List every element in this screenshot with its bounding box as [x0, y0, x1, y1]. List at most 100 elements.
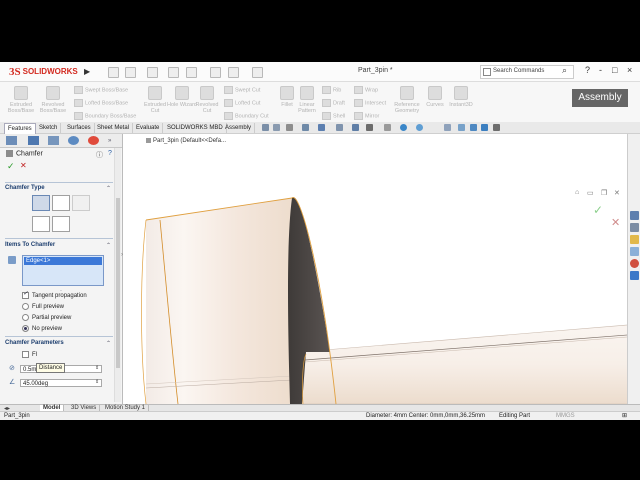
new-icon[interactable]	[108, 67, 119, 78]
extruded-cut-button[interactable]: Extruded Cut	[140, 86, 170, 114]
shell-button[interactable]: Shell	[322, 112, 345, 120]
selected-edges-list[interactable]: Edge<1>	[22, 255, 104, 286]
zoom-fit-icon[interactable]	[262, 124, 269, 131]
tab-solidworks-mbd[interactable]: SOLIDWORKS MBD	[164, 123, 227, 133]
spin-arrows-icon[interactable]: ⇕	[95, 379, 99, 385]
open-icon[interactable]	[125, 67, 136, 78]
display-style-icon[interactable]	[352, 124, 359, 131]
mirror-button[interactable]: Mirror	[354, 112, 379, 120]
options-gear-icon[interactable]	[252, 67, 263, 78]
solidworks-logo[interactable]: 3S SOLIDWORKS	[9, 65, 78, 78]
pm-scrollbar[interactable]	[114, 148, 121, 402]
search-icon[interactable]: ⌕	[562, 65, 567, 76]
chamfer-parameters-header[interactable]: Chamfer Parameters	[5, 340, 64, 346]
close-icon[interactable]: ×	[627, 65, 632, 75]
dynamic-annotation-icon[interactable]	[318, 124, 325, 131]
undo-icon[interactable]	[186, 67, 197, 78]
lofted-cut-button[interactable]: Lofted Cut	[224, 99, 260, 107]
collapse-icon[interactable]: ⌃	[106, 242, 111, 249]
property-manager-icon[interactable]	[28, 136, 39, 145]
cube-view-icon[interactable]	[481, 124, 488, 131]
view-orientation-icon[interactable]	[336, 124, 343, 131]
ok-button[interactable]: ✓	[7, 161, 15, 172]
tab-features[interactable]: Features	[4, 123, 36, 134]
custom-properties-icon[interactable]	[630, 271, 639, 280]
configuration-manager-icon[interactable]	[48, 136, 59, 145]
viewport-minimize-icon[interactable]: ▭	[587, 189, 594, 197]
extruded-boss-button[interactable]: Extruded Boss/Base	[6, 86, 36, 114]
details-icon[interactable]: ⓘ	[96, 150, 103, 160]
edit-appearance-icon[interactable]	[384, 124, 391, 131]
design-library-icon[interactable]	[630, 223, 639, 232]
offset-face-button[interactable]	[32, 216, 50, 232]
lofted-boss-button[interactable]: Lofted Boss/Base	[74, 99, 128, 107]
draft-button[interactable]: Draft	[322, 99, 345, 107]
full-preview-radio[interactable]: Full preview	[22, 303, 64, 310]
expand-toolbar-icon[interactable]	[493, 124, 500, 131]
partial-preview-radio[interactable]: Partial preview	[22, 314, 71, 321]
select-icon[interactable]	[210, 67, 221, 78]
distance-distance-button[interactable]	[52, 195, 70, 211]
list-resize-handle[interactable]: ·	[60, 288, 62, 294]
zoom-area-icon[interactable]	[273, 124, 280, 131]
manager-more-icon[interactable]: »	[108, 138, 111, 144]
status-units[interactable]: MMGS	[556, 412, 575, 420]
feature-tree-icon[interactable]	[6, 136, 17, 145]
vertex-button[interactable]	[72, 195, 90, 211]
view-settings-icon[interactable]	[416, 124, 423, 131]
items-to-chamfer-header[interactable]: Items To Chamfer	[5, 242, 55, 248]
appearances-icon[interactable]	[630, 259, 639, 268]
monitor-icon[interactable]	[444, 124, 451, 131]
linear-pattern-button[interactable]: Linear Pattern	[292, 86, 322, 114]
help-question-icon[interactable]: ?	[108, 150, 112, 157]
tile-view-icon[interactable]	[458, 124, 465, 131]
maximize-icon[interactable]: □	[612, 65, 617, 75]
scene-icon[interactable]	[400, 124, 407, 131]
boundary-boss-button[interactable]: Boundary Boss/Base	[74, 112, 136, 120]
swept-cut-button[interactable]: Swept Cut	[224, 86, 260, 94]
tab-sketch[interactable]: Sketch	[36, 123, 62, 133]
collapse-icon[interactable]: ⌃	[106, 340, 111, 347]
previous-view-icon[interactable]	[286, 124, 293, 131]
collapse-icon[interactable]: ⌃	[106, 185, 111, 192]
rebuild-icon[interactable]	[228, 67, 239, 78]
confirm-corner-cancel-icon[interactable]: ✕	[611, 216, 620, 229]
section-view-icon[interactable]	[302, 124, 309, 131]
instant3d-button[interactable]: Instant3D	[446, 86, 476, 108]
feature-tree-flyout[interactable]: Part_3pin (Default<<Defa...	[146, 138, 226, 144]
revolved-cut-button[interactable]: Revolved Cut	[192, 86, 222, 114]
tangent-propagation-checkbox[interactable]: Tangent propagation	[22, 290, 87, 299]
swept-boss-button[interactable]: Swept Boss/Base	[74, 86, 128, 94]
dimxpert-icon[interactable]	[68, 136, 79, 145]
viewport-tab-icon[interactable]: ⌂	[575, 189, 579, 196]
print-icon[interactable]	[168, 67, 179, 78]
tab-surfaces[interactable]: Surfaces	[64, 123, 95, 133]
chamfer-type-header[interactable]: Chamfer Type	[5, 185, 45, 191]
wrap-button[interactable]: Wrap	[354, 86, 378, 94]
scroll-thumb[interactable]	[116, 198, 120, 368]
no-preview-radio[interactable]: No preview	[22, 325, 62, 332]
revolved-boss-button[interactable]: Revolved Boss/Base	[38, 86, 68, 114]
graphics-area[interactable]: ✓ ✕ ⌂ ▭ ❐ ✕	[123, 134, 628, 404]
status-help-icon[interactable]: ⊞	[622, 412, 627, 420]
file-explorer-icon[interactable]	[630, 235, 639, 244]
confirm-corner-ok-icon[interactable]: ✓	[593, 203, 603, 217]
display-manager-icon[interactable]	[88, 136, 99, 145]
hide-show-icon[interactable]	[366, 124, 373, 131]
angle-input[interactable]: 45.00deg	[20, 379, 102, 387]
tab-sheet-metal[interactable]: Sheet Metal	[94, 123, 134, 133]
reference-geometry-button[interactable]: Reference Geometry	[392, 86, 422, 114]
flip-direction-checkbox[interactable]: Fl	[22, 351, 37, 358]
angle-distance-button[interactable]	[32, 195, 50, 211]
box-view-icon[interactable]	[470, 124, 477, 131]
selected-edge-item[interactable]: Edge<1>	[24, 257, 102, 265]
intersect-button[interactable]: Intersect	[354, 99, 386, 107]
help-icon[interactable]: ?	[585, 65, 590, 75]
cancel-button[interactable]: ✕	[20, 161, 27, 170]
viewport-restore-icon[interactable]: ❐	[601, 189, 607, 197]
save-icon[interactable]	[147, 67, 158, 78]
boundary-cut-button[interactable]: Boundary Cut	[224, 112, 269, 120]
viewport-close-icon[interactable]: ✕	[614, 189, 620, 197]
search-commands-input[interactable]: Search Commands	[480, 65, 574, 79]
resources-icon[interactable]	[630, 211, 639, 220]
